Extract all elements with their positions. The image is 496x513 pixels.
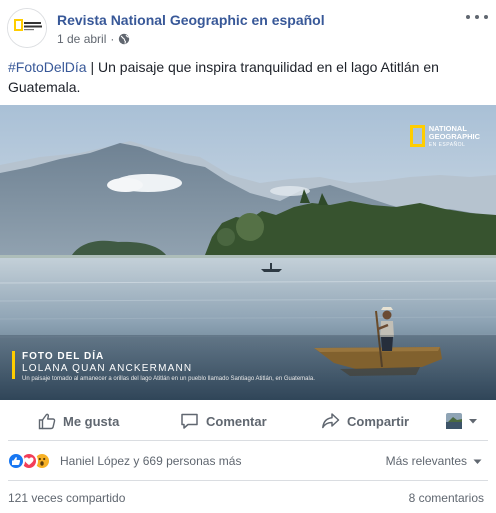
- post-photo[interactable]: FOTO DEL DÍA LOLANA QUAN ANCKERMANN Un p…: [0, 105, 496, 400]
- post-text: #FotoDelDía | Un paisaje que inspira tra…: [8, 57, 478, 97]
- post-meta: 1 de abril ·: [57, 32, 130, 46]
- photo-watermark-logo: NATIONAL GEOGRAPHIC EN ESPAÑOL: [409, 125, 480, 149]
- sort-label: Más relevantes: [385, 454, 467, 468]
- comment-label: Comentar: [206, 413, 267, 429]
- divider: [8, 440, 488, 441]
- share-label: Compartir: [347, 413, 410, 429]
- meta-separator: ·: [110, 32, 115, 46]
- comment-bubble-icon: [181, 413, 198, 429]
- logo-line-3: EN ESPAÑOL: [428, 142, 466, 148]
- sort-comments-dropdown[interactable]: Más relevantes: [386, 454, 482, 468]
- action-bar: Me gusta Comentar Compartir: [0, 403, 496, 437]
- facebook-post-card: Revista National Geographic en español 1…: [0, 0, 496, 513]
- page-avatar[interactable]: [7, 8, 47, 48]
- ng-yellow-border-icon: [409, 125, 425, 147]
- post-as-selector[interactable]: [446, 409, 478, 433]
- comment-button[interactable]: Comentar: [180, 409, 267, 433]
- page-name-link[interactable]: Revista National Geographic en español: [57, 12, 325, 28]
- logo-line-2: GEOGRAPHIC: [428, 132, 480, 141]
- national-geographic-logo-icon: [8, 9, 46, 47]
- page-profile-icon: [446, 413, 462, 429]
- more-options-icon[interactable]: [466, 10, 488, 24]
- share-arrow-icon: [322, 413, 340, 429]
- caption-author: LOLANA QUAN ANCKERMANN: [22, 363, 193, 374]
- caption-accent-bar: [12, 351, 15, 379]
- photo-caption: FOTO DEL DÍA LOLANA QUAN ANCKERMANN Un p…: [22, 351, 315, 384]
- share-button[interactable]: Compartir: [321, 409, 409, 433]
- comments-count[interactable]: 8 comentarios: [409, 491, 484, 505]
- divider: [8, 480, 488, 481]
- like-icon: [7, 452, 25, 470]
- shares-count[interactable]: 121 veces compartido: [8, 491, 125, 505]
- caption-title: FOTO DEL DÍA: [22, 351, 105, 362]
- caption-description: Un paisaje tomado al amanecer a orillas …: [22, 376, 315, 382]
- hashtag-link[interactable]: #FotoDelDía: [8, 59, 87, 75]
- post-header: Revista National Geographic en español 1…: [0, 0, 496, 56]
- caret-down-icon: [473, 459, 482, 464]
- post-date[interactable]: 1 de abril: [57, 32, 106, 46]
- globe-icon[interactable]: [118, 33, 130, 45]
- like-label: Me gusta: [63, 413, 120, 429]
- reaction-icons[interactable]: [7, 452, 57, 470]
- thumbs-up-icon: [38, 413, 56, 430]
- post-stats: 121 veces compartido 8 comentarios: [0, 488, 496, 508]
- reactions-row: Haniel López y 669 personas más Más rele…: [0, 445, 496, 475]
- reactions-summary[interactable]: Haniel López y 669 personas más: [60, 454, 241, 468]
- caret-down-icon: [469, 419, 477, 424]
- like-button[interactable]: Me gusta: [38, 409, 119, 433]
